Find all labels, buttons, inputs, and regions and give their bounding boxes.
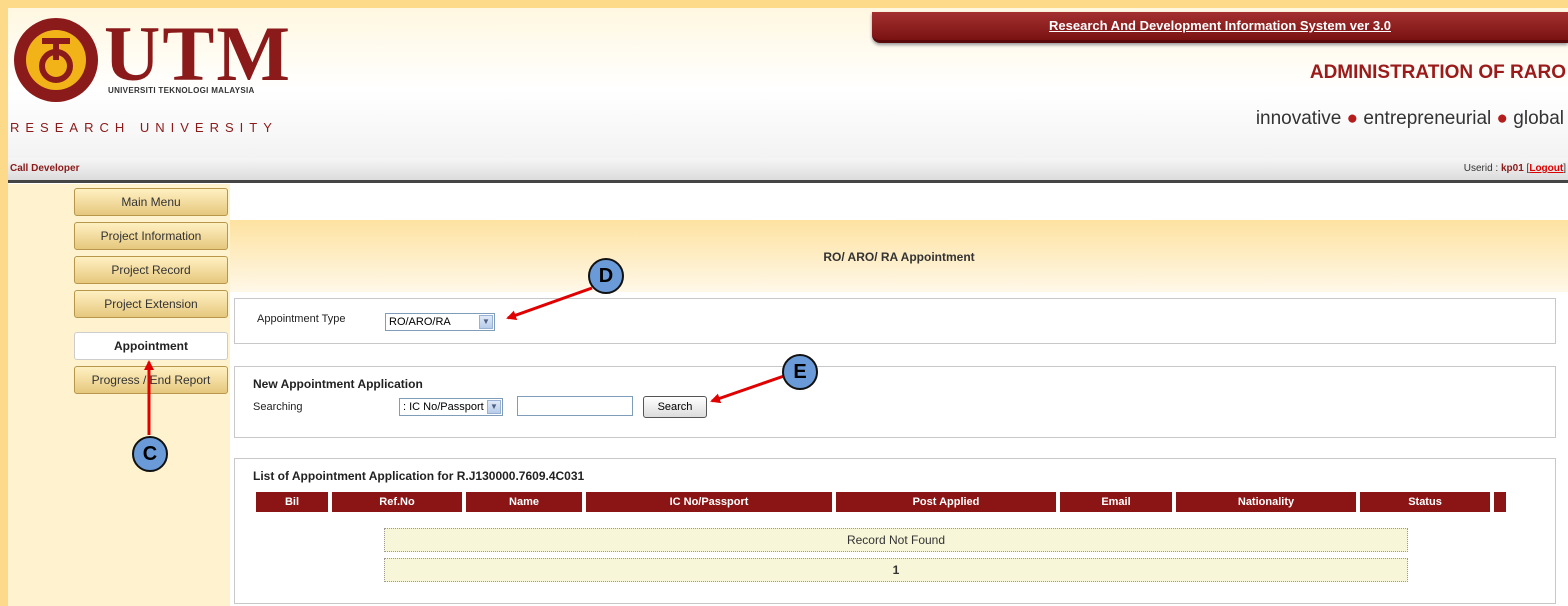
- tagline-word: innovative: [1255, 108, 1342, 129]
- column-header-status: Status: [1360, 492, 1490, 512]
- sidebar-item-project-extension[interactable]: Project Extension: [74, 290, 228, 318]
- searching-label: Searching: [253, 401, 303, 413]
- search-button[interactable]: Search: [643, 396, 707, 418]
- column-header-nationality: Nationality: [1176, 492, 1356, 512]
- page-title: RO/ ARO/ RA Appointment: [823, 250, 975, 264]
- admin-title: ADMINISTRATION OF RARO: [1309, 62, 1566, 83]
- column-header-bil: Bil: [256, 492, 328, 512]
- sidebar-item-appointment[interactable]: Appointment: [74, 332, 228, 360]
- research-university-label: RESEARCH UNIVERSITY: [10, 120, 278, 135]
- column-header-post-applied: Post Applied: [836, 492, 1056, 512]
- call-developer-link[interactable]: Call Developer: [10, 163, 79, 174]
- user-bar: Call Developer Userid : kp01 [Logout]: [8, 158, 1568, 183]
- table-header: Bil Ref.No Name IC No/Passport Post Appl…: [256, 492, 1506, 512]
- callout-d: D: [588, 258, 624, 294]
- column-header-name: Name: [466, 492, 582, 512]
- search-by-select[interactable]: : IC No/Passport ▼: [399, 398, 503, 416]
- bullet-icon: ●: [1346, 108, 1359, 129]
- column-header-ic-passport: IC No/Passport: [586, 492, 832, 512]
- new-application-panel: New Appointment Application Searching : …: [234, 366, 1556, 438]
- bullet-icon: ●: [1496, 108, 1508, 129]
- column-header-email: Email: [1060, 492, 1172, 512]
- appointment-type-value: RO/ARO/RA: [389, 316, 451, 328]
- callout-c: C: [132, 436, 168, 472]
- utm-logo-subtitle: UNIVERSITI TEKNOLOGI MALAYSIA: [108, 86, 255, 95]
- sidebar-item-progress-end-report[interactable]: Progress / End Report: [74, 366, 228, 394]
- appointment-type-panel: Appointment Type RO/ARO/RA ▼: [234, 298, 1556, 344]
- utm-logo-text: UTM: [104, 10, 292, 97]
- tagline-word: global: [1513, 108, 1564, 129]
- system-title-bar: Research And Development Information Sys…: [872, 12, 1568, 43]
- column-header-ref-no: Ref.No: [332, 492, 462, 512]
- userid-value: kp01: [1500, 163, 1524, 174]
- page-number-link[interactable]: 1: [384, 558, 1408, 582]
- header: UTM UNIVERSITI TEKNOLOGI MALAYSIA RESEAR…: [8, 8, 1568, 158]
- tagline-word: entrepreneurial: [1363, 108, 1492, 129]
- empty-message: Record Not Found: [384, 528, 1408, 552]
- utm-seal-icon: [14, 18, 98, 102]
- tagline: innovative ● entrepreneurial ● global: [1256, 108, 1564, 130]
- sidebar-item-main-menu[interactable]: Main Menu: [74, 188, 228, 216]
- chevron-down-icon: ▼: [479, 315, 493, 329]
- sidebar-item-project-record[interactable]: Project Record: [74, 256, 228, 284]
- new-application-title: New Appointment Application: [253, 377, 423, 391]
- column-header-extra: [1494, 492, 1506, 512]
- content-top-strip: [230, 186, 1568, 221]
- system-title: Research And Development Information Sys…: [1049, 18, 1391, 33]
- sidebar-item-project-information[interactable]: Project Information: [74, 222, 228, 250]
- appointment-type-label: Appointment Type: [257, 313, 346, 325]
- page-header: RO/ ARO/ RA Appointment: [230, 220, 1568, 292]
- logout-link[interactable]: Logout: [1529, 163, 1563, 174]
- list-title: List of Appointment Application for R.J1…: [253, 469, 585, 483]
- search-by-value: : IC No/Passport: [403, 401, 484, 413]
- userid-info: Userid : kp01 [Logout]: [1463, 163, 1566, 174]
- chevron-down-icon: ▼: [487, 400, 501, 414]
- callout-e: E: [782, 354, 818, 390]
- search-input[interactable]: [517, 396, 633, 416]
- sidebar: Main Menu Project Information Project Re…: [8, 184, 230, 606]
- userid-label: Userid :: [1463, 163, 1501, 174]
- appointment-type-select[interactable]: RO/ARO/RA ▼: [385, 313, 495, 331]
